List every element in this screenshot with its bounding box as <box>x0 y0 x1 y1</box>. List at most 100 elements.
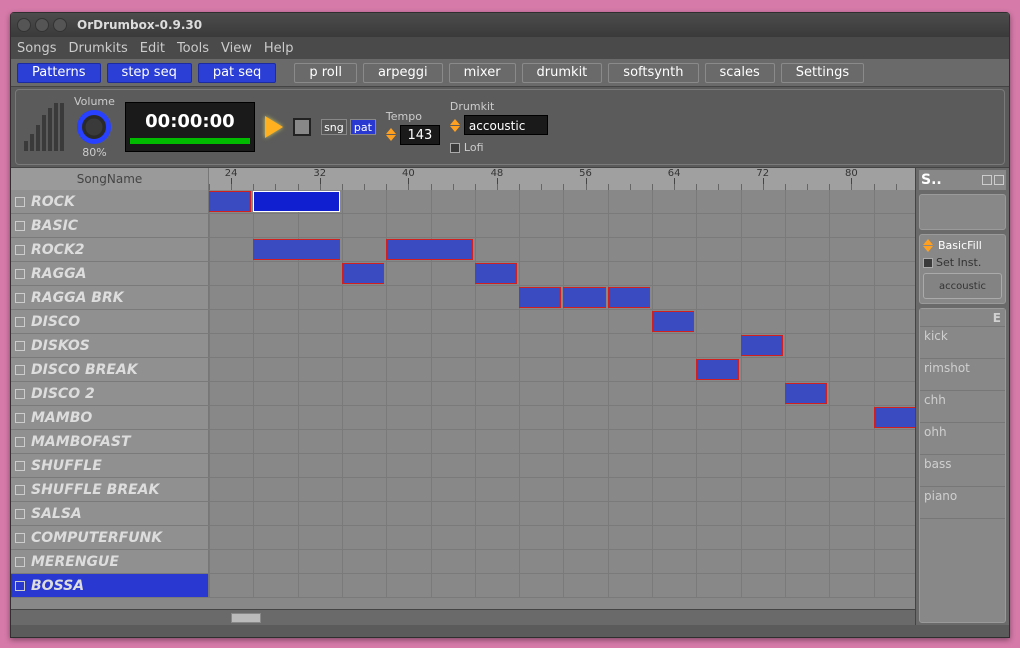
chevron-up-icon[interactable] <box>450 119 460 125</box>
track-name-cell[interactable]: DISCO 2 <box>11 382 209 405</box>
track-name-cell[interactable]: RAGGA <box>11 262 209 285</box>
track-cells[interactable] <box>209 526 915 549</box>
menu-help[interactable]: Help <box>264 41 294 56</box>
instrument-item[interactable]: piano <box>920 487 1005 519</box>
instrument-item[interactable]: kick <box>920 327 1005 359</box>
volume-knob[interactable] <box>77 110 111 144</box>
track-name-cell[interactable]: COMPUTERFUNK <box>11 526 209 549</box>
track-cells[interactable] <box>209 238 915 261</box>
chevron-down-icon[interactable] <box>386 135 396 141</box>
track-row[interactable]: DISKOS <box>11 334 915 358</box>
tab-Patterns[interactable]: Patterns <box>17 63 101 83</box>
track-cells[interactable] <box>209 262 915 285</box>
track-row[interactable]: SHUFFLE <box>11 454 915 478</box>
tempo-spinner[interactable] <box>386 128 398 141</box>
track-cells[interactable] <box>209 478 915 501</box>
track-name-cell[interactable]: ROCK2 <box>11 238 209 261</box>
set-inst-checkbox[interactable] <box>923 258 933 268</box>
track-cells[interactable] <box>209 382 915 405</box>
menu-drumkits[interactable]: Drumkits <box>68 41 127 56</box>
track-row[interactable]: COMPUTERFUNK <box>11 526 915 550</box>
track-row[interactable]: SHUFFLE BREAK <box>11 478 915 502</box>
track-name-cell[interactable]: ROCK <box>11 190 209 213</box>
track-row[interactable]: SALSA <box>11 502 915 526</box>
track-mute-checkbox[interactable] <box>15 341 25 351</box>
track-mute-checkbox[interactable] <box>15 581 25 591</box>
pattern-clip[interactable] <box>696 359 738 380</box>
mode-sng-button[interactable]: sng <box>321 119 347 135</box>
track-cells[interactable] <box>209 430 915 453</box>
minimize-icon[interactable] <box>35 18 49 32</box>
track-cells[interactable] <box>209 502 915 525</box>
menu-edit[interactable]: Edit <box>140 41 165 56</box>
menu-tools[interactable]: Tools <box>177 41 209 56</box>
pattern-clip[interactable] <box>785 383 827 404</box>
track-mute-checkbox[interactable] <box>15 509 25 519</box>
pattern-clip[interactable] <box>209 191 251 212</box>
track-cells[interactable] <box>209 286 915 309</box>
pattern-clip[interactable] <box>342 263 384 284</box>
instrument-item[interactable]: ohh <box>920 423 1005 455</box>
basicfill-spinner[interactable] <box>923 239 935 252</box>
accoustic-button[interactable]: accoustic <box>923 273 1002 299</box>
track-cells[interactable] <box>209 574 915 597</box>
track-cells[interactable] <box>209 550 915 573</box>
maximize-icon[interactable] <box>53 18 67 32</box>
scrollbar-thumb[interactable] <box>231 613 261 623</box>
tab-Settings[interactable]: Settings <box>781 63 864 83</box>
track-name-cell[interactable]: MERENGUE <box>11 550 209 573</box>
ruler-ticks[interactable]: 2432404856647280 <box>209 168 915 190</box>
track-row[interactable]: MAMBOFAST <box>11 430 915 454</box>
menu-view[interactable]: View <box>221 41 252 56</box>
pattern-clip[interactable] <box>386 239 473 260</box>
track-name-cell[interactable]: MAMBO <box>11 406 209 429</box>
track-name-cell[interactable]: SALSA <box>11 502 209 525</box>
chevron-up-icon[interactable] <box>923 239 933 245</box>
panel-expand-icon[interactable] <box>982 175 992 185</box>
track-mute-checkbox[interactable] <box>15 197 25 207</box>
pattern-clip[interactable] <box>253 239 340 260</box>
horizontal-scrollbar[interactable] <box>11 609 915 625</box>
tab-drumkit[interactable]: drumkit <box>522 63 603 83</box>
titlebar[interactable]: OrDrumbox-0.9.30 <box>11 13 1009 37</box>
stop-button[interactable] <box>293 118 311 136</box>
track-cells[interactable] <box>209 310 915 333</box>
track-row[interactable]: ROCK2 <box>11 238 915 262</box>
panel-collapse-icon[interactable] <box>994 175 1004 185</box>
track-row[interactable]: RAGGA BRK <box>11 286 915 310</box>
progress-bar[interactable] <box>130 138 250 144</box>
track-mute-checkbox[interactable] <box>15 317 25 327</box>
ruler[interactable]: SongName 2432404856647280 <box>11 168 915 190</box>
track-cells[interactable] <box>209 214 915 237</box>
track-grid[interactable]: ROCKBASICROCK2RAGGARAGGA BRKDISCODISKOSD… <box>11 190 915 609</box>
track-cells[interactable] <box>209 334 915 357</box>
tab-pat-seq[interactable]: pat seq <box>198 63 276 83</box>
tab-softsynth[interactable]: softsynth <box>608 63 698 83</box>
track-row[interactable]: DISCO <box>11 310 915 334</box>
track-mute-checkbox[interactable] <box>15 245 25 255</box>
track-mute-checkbox[interactable] <box>15 293 25 303</box>
track-name-cell[interactable]: RAGGA BRK <box>11 286 209 309</box>
track-row[interactable]: BOSSA <box>11 574 915 598</box>
track-mute-checkbox[interactable] <box>15 461 25 471</box>
tab-arpeggi[interactable]: arpeggi <box>363 63 443 83</box>
track-row[interactable]: MERENGUE <box>11 550 915 574</box>
track-row[interactable]: ROCK <box>11 190 915 214</box>
pattern-clip[interactable] <box>608 287 650 308</box>
track-name-cell[interactable]: DISCO BREAK <box>11 358 209 381</box>
tab-p-roll[interactable]: p roll <box>294 63 357 83</box>
track-row[interactable]: RAGGA <box>11 262 915 286</box>
pattern-clip[interactable] <box>652 311 694 332</box>
tab-step-seq[interactable]: step seq <box>107 63 192 83</box>
pattern-clip[interactable] <box>253 191 340 212</box>
pattern-clip[interactable] <box>475 263 517 284</box>
track-cells[interactable] <box>209 358 915 381</box>
pattern-clip[interactable] <box>741 335 783 356</box>
track-mute-checkbox[interactable] <box>15 365 25 375</box>
track-name-cell[interactable]: BOSSA <box>11 574 209 597</box>
chevron-down-icon[interactable] <box>450 126 460 132</box>
track-mute-checkbox[interactable] <box>15 413 25 423</box>
track-mute-checkbox[interactable] <box>15 269 25 279</box>
tab-mixer[interactable]: mixer <box>449 63 516 83</box>
lofi-checkbox[interactable] <box>450 143 460 153</box>
